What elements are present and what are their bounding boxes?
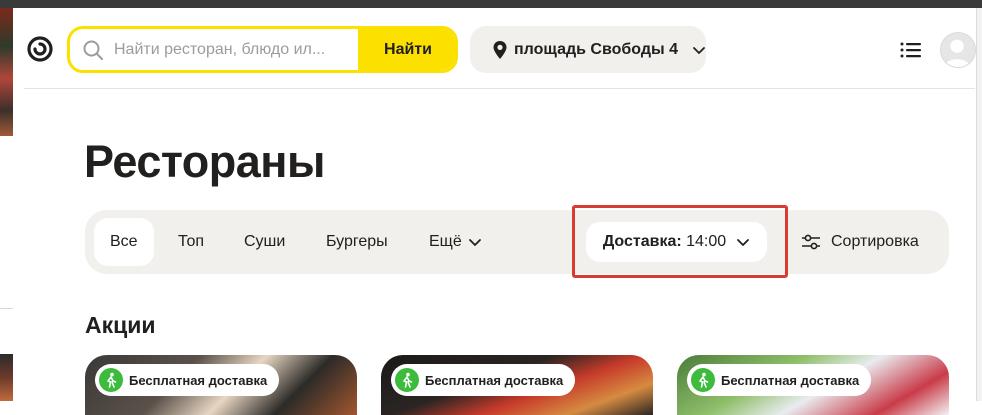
promo-card[interactable]: Бесплатная доставка: [381, 355, 653, 415]
free-delivery-badge: Бесплатная доставка: [391, 364, 576, 396]
chip-all[interactable]: Все: [94, 218, 154, 266]
chip-top[interactable]: Топ: [178, 218, 204, 266]
promo-card[interactable]: Бесплатная доставка: [677, 355, 949, 415]
courier-icon: [395, 368, 419, 392]
chip-label: Суши: [244, 233, 286, 250]
sort-button[interactable]: Сортировка: [801, 218, 919, 266]
badge-label: Бесплатная доставка: [721, 372, 860, 388]
courier-icon: [691, 368, 715, 392]
promo-card[interactable]: Бесплатная доставка: [85, 355, 357, 415]
location-pin-icon: [493, 40, 507, 59]
menu-icon[interactable]: [899, 40, 923, 60]
chevron-down-icon: [693, 46, 705, 54]
sort-label: Сортировка: [831, 233, 919, 250]
category-filter-bar: Все Топ Суши Бургеры Ещё Доставка: 14:00…: [85, 210, 949, 274]
courier-icon: [99, 368, 123, 392]
page-title: Рестораны: [84, 136, 325, 187]
chip-label: Ещё: [429, 233, 462, 250]
search-bar[interactable]: Найти: [67, 26, 458, 73]
adjacent-window-strip: [0, 8, 13, 401]
chip-label: Топ: [178, 233, 205, 250]
chevron-down-icon: [468, 239, 481, 246]
free-delivery-badge: Бесплатная доставка: [95, 364, 280, 396]
address-selector[interactable]: площадь Свободы 4: [470, 26, 706, 73]
highlight-annotation: [572, 205, 788, 278]
chip-sushi[interactable]: Суши: [244, 218, 285, 266]
sort-sliders-icon: [802, 234, 820, 250]
avatar[interactable]: [940, 32, 976, 68]
address-label: площадь Свободы 4: [514, 40, 678, 58]
search-icon: [83, 40, 103, 60]
chip-burgers[interactable]: Бургеры: [326, 218, 388, 266]
logo-icon[interactable]: [26, 35, 54, 63]
free-delivery-badge: Бесплатная доставка: [687, 364, 872, 396]
badge-label: Бесплатная доставка: [425, 372, 564, 388]
header-divider: [24, 88, 975, 89]
chip-label: Все: [110, 233, 138, 250]
chip-more[interactable]: Ещё: [429, 218, 482, 266]
badge-label: Бесплатная доставка: [129, 372, 268, 388]
search-input[interactable]: [112, 39, 356, 60]
search-button[interactable]: Найти: [358, 29, 455, 70]
browser-top-bar: [0, 0, 982, 8]
user-icon: [943, 39, 971, 67]
scrollbar-track[interactable]: [976, 8, 982, 401]
promos-title: Акции: [85, 312, 156, 338]
chip-label: Бургеры: [326, 233, 388, 250]
